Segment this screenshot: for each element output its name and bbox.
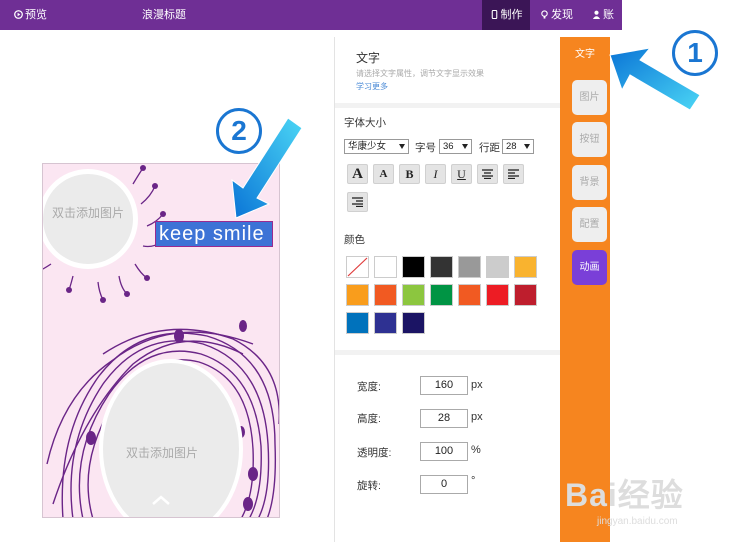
watermark-url: jingyan.baidu.com — [597, 516, 678, 527]
step-two-badge: 2 — [216, 108, 262, 154]
screen: 预览 浪漫标题 制作 发现 账号 — [0, 0, 735, 542]
watermark-logo: Bai经验 — [565, 477, 684, 513]
step-one-badge: 1 — [672, 30, 718, 76]
annotation-arrows — [231, 47, 701, 219]
